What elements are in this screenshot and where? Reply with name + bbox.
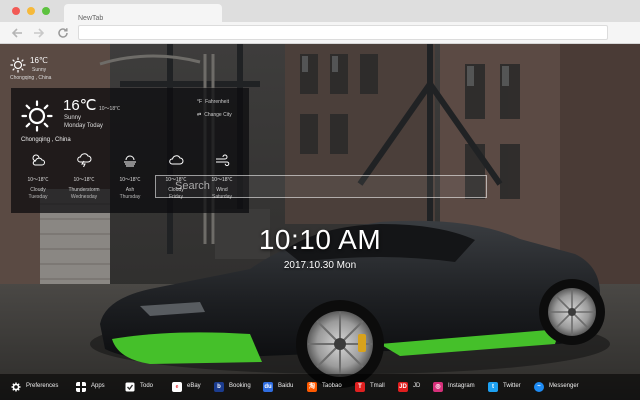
forecast-day: 10～18℃ Thunderstorm Wednesday [61, 153, 107, 200]
messenger-label: Messenger [549, 383, 579, 389]
search-placeholder: Search [175, 180, 210, 192]
fahrenheit-toggle[interactable]: °F Fahrenheit [197, 99, 229, 105]
instagram-label: Instagram [448, 383, 475, 389]
instagram-icon: ◎ [433, 382, 443, 392]
forecast-day-name: Wednesday [70, 194, 98, 200]
forecast-condition: Ash [125, 187, 135, 193]
reload-icon [58, 28, 68, 38]
clock-date: 2017.10.30 Mon [283, 260, 357, 271]
wind-icon [216, 154, 230, 167]
jd-label: JD [413, 383, 421, 389]
minimize-window-button[interactable] [27, 7, 35, 15]
messenger-icon: ~ [534, 382, 544, 392]
tab-title: NewTab [78, 15, 104, 22]
twitter-icon: t [488, 382, 498, 392]
today-temp-range: 10～18℃ [99, 106, 121, 112]
swap-icon: ⇄ [197, 112, 202, 118]
arrow-left-icon [11, 28, 22, 38]
booking-label: Booking [229, 383, 251, 389]
browser-tab[interactable]: NewTab [64, 4, 222, 22]
todo-label: Todo [140, 383, 154, 389]
apps-grid-icon [76, 382, 86, 392]
haze-icon [124, 155, 136, 167]
baidu-icon: du [263, 382, 273, 392]
ebay-icon: e [172, 382, 182, 392]
search-input[interactable]: Search [155, 175, 487, 198]
fahrenheit-label: Fahrenheit [205, 99, 229, 105]
forecast-condition: Thunderstorm [68, 187, 100, 193]
sun-icon [21, 100, 53, 132]
cloud-icon [169, 155, 184, 165]
current-day: Monday Today [64, 123, 103, 129]
forecast-day: 10～18℃ Ash Thursday [107, 153, 153, 200]
booking-icon: b [214, 382, 224, 392]
current-temperature: 16℃ [63, 97, 97, 114]
taobao-icon: 淘 [307, 382, 317, 392]
forecast-condition: Cloudy [30, 187, 46, 193]
jd-icon: JD [398, 382, 408, 392]
forecast-range: 10～18℃ [27, 177, 49, 183]
weather-city: Chongqing , China [21, 137, 71, 143]
forward-button[interactable] [32, 26, 46, 40]
mini-temperature: 16℃ [30, 56, 48, 65]
address-bar[interactable] [78, 25, 608, 40]
reload-button[interactable] [56, 26, 70, 40]
mini-city: Chongqing , China [10, 75, 52, 81]
change-city-label: Change City [204, 112, 232, 118]
apps-label: Apps [91, 383, 105, 389]
checkbox-icon [125, 382, 135, 392]
close-window-button[interactable] [12, 7, 20, 15]
arrow-right-icon [34, 28, 45, 38]
forecast-range: 10～18℃ [119, 177, 141, 183]
forecast-range: 10～18℃ [73, 177, 95, 183]
bottom-shortcut-bar: Preferences Apps Todo e eBay b Booking d… [0, 374, 640, 400]
fahrenheit-icon: °F [197, 99, 203, 105]
forecast-day-name: Thursday [119, 194, 141, 200]
tmall-label: Tmall [370, 383, 385, 389]
maximize-window-button[interactable] [42, 7, 50, 15]
thunderstorm-icon [77, 153, 92, 167]
twitter-label: Twitter [503, 383, 521, 389]
taobao-label: Taobao [322, 383, 342, 389]
gear-icon [11, 382, 21, 392]
browser-toolbar [0, 22, 640, 44]
mini-condition: Sunny [32, 67, 47, 73]
window-titlebar: NewTab [0, 0, 640, 22]
change-city-button[interactable]: ⇄ Change City [197, 112, 232, 118]
cloudy-sun-icon [32, 154, 45, 166]
back-button[interactable] [10, 26, 24, 40]
preferences-label: Preferences [26, 383, 59, 389]
ebay-label: eBay [187, 383, 201, 389]
clock-time: 10:10 AM [258, 224, 382, 255]
baidu-label: Baidu [278, 383, 294, 389]
forecast-day-name: Tuesday [28, 194, 48, 200]
current-condition: Sunny [64, 115, 82, 121]
tmall-icon: T [355, 382, 365, 392]
forecast-day: 10～18℃ Cloudy Tuesday [15, 153, 61, 200]
sun-icon [10, 57, 26, 73]
